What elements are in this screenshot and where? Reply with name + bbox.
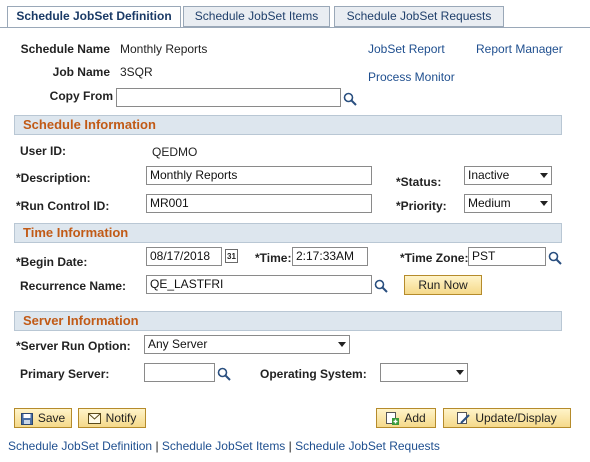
- run-control-id-input[interactable]: MR001: [146, 194, 372, 213]
- add-button[interactable]: Add: [376, 408, 436, 428]
- copy-from-label: Copy From: [49, 89, 113, 103]
- footer-link-requests[interactable]: Schedule JobSet Requests: [295, 439, 440, 453]
- server-run-option-label: *Server Run Option:: [16, 339, 131, 353]
- primary-server-search-icon[interactable]: [217, 367, 231, 381]
- tab-schedule-jobset-items[interactable]: Schedule JobSet Items: [183, 6, 330, 27]
- envelope-icon: [87, 413, 101, 425]
- schedule-name-value: Monthly Reports: [120, 42, 208, 56]
- operating-system-label: Operating System:: [260, 367, 367, 381]
- schedule-name-label: Schedule Name: [20, 42, 110, 56]
- user-id-value: QEDMO: [152, 145, 198, 159]
- schedule-information-header: Schedule Information: [14, 115, 562, 135]
- job-name-value: 3SQR: [120, 65, 153, 79]
- server-information-header: Server Information: [14, 311, 562, 331]
- time-zone-label: *Time Zone:: [400, 251, 469, 265]
- calendar-icon[interactable]: 31: [225, 249, 238, 263]
- tab-underline: [0, 27, 590, 28]
- user-id-label: User ID:: [20, 144, 67, 158]
- update-display-button[interactable]: Update/Display: [443, 408, 571, 428]
- priority-selected-value: Medium: [468, 196, 511, 210]
- tab-schedule-jobset-requests[interactable]: Schedule JobSet Requests: [334, 6, 504, 27]
- job-name-label: Job Name: [52, 65, 110, 79]
- status-selected-value: Inactive: [468, 168, 510, 182]
- report-manager-link[interactable]: Report Manager: [476, 42, 563, 56]
- update-display-button-label: Update/Display: [475, 411, 557, 425]
- time-zone-search-icon[interactable]: [548, 251, 562, 265]
- chevron-down-icon: [456, 370, 464, 375]
- priority-label: *Priority:: [396, 199, 447, 213]
- time-information-header: Time Information: [14, 223, 562, 243]
- server-run-option-selected-value: Any Server: [148, 337, 208, 351]
- server-run-option-select[interactable]: Any Server: [144, 335, 350, 354]
- operating-system-select[interactable]: [380, 363, 468, 382]
- recurrence-name-input[interactable]: QE_LASTFRI: [146, 275, 372, 294]
- run-now-button[interactable]: Run Now: [404, 275, 482, 295]
- save-button[interactable]: Save: [14, 408, 72, 428]
- recurrence-search-icon[interactable]: [374, 279, 388, 293]
- chevron-down-icon: [338, 342, 346, 347]
- description-label: *Description:: [16, 171, 91, 185]
- chevron-down-icon: [540, 173, 548, 178]
- process-monitor-link[interactable]: Process Monitor: [368, 70, 455, 84]
- description-input[interactable]: Monthly Reports: [146, 166, 372, 185]
- status-label: *Status:: [396, 175, 442, 189]
- floppy-disk-icon: [20, 412, 33, 425]
- begin-date-input[interactable]: 08/17/2018: [146, 247, 222, 266]
- tab-schedule-jobset-definition[interactable]: Schedule JobSet Definition: [7, 6, 181, 28]
- recurrence-name-label: Recurrence Name:: [20, 279, 127, 293]
- primary-server-input[interactable]: [144, 363, 215, 382]
- time-zone-input[interactable]: PST: [468, 247, 546, 266]
- chevron-down-icon: [540, 201, 548, 206]
- footer-link-definition[interactable]: Schedule JobSet Definition: [8, 439, 152, 453]
- footer-separator: |: [155, 439, 159, 453]
- jobset-report-link[interactable]: JobSet Report: [368, 42, 445, 56]
- notify-button-label: Notify: [105, 411, 137, 425]
- time-input[interactable]: 2:17:33AM: [292, 247, 368, 266]
- copy-from-search-icon[interactable]: [343, 92, 357, 106]
- primary-server-label: Primary Server:: [20, 367, 110, 381]
- time-label: *Time:: [255, 251, 292, 265]
- priority-select[interactable]: Medium: [464, 194, 552, 213]
- run-control-id-label: *Run Control ID:: [16, 199, 110, 213]
- footer-separator: |: [288, 439, 292, 453]
- copy-from-input[interactable]: [116, 88, 341, 107]
- add-page-icon: [386, 412, 400, 426]
- footer-links: Schedule JobSet Definition | Schedule Jo…: [8, 439, 440, 453]
- save-button-label: Save: [37, 411, 66, 425]
- notify-button[interactable]: Notify: [78, 408, 146, 428]
- add-button-label: Add: [404, 411, 426, 425]
- edit-page-icon: [457, 412, 471, 425]
- status-select[interactable]: Inactive: [464, 166, 552, 185]
- begin-date-label: *Begin Date:: [16, 255, 88, 269]
- footer-link-items[interactable]: Schedule JobSet Items: [162, 439, 285, 453]
